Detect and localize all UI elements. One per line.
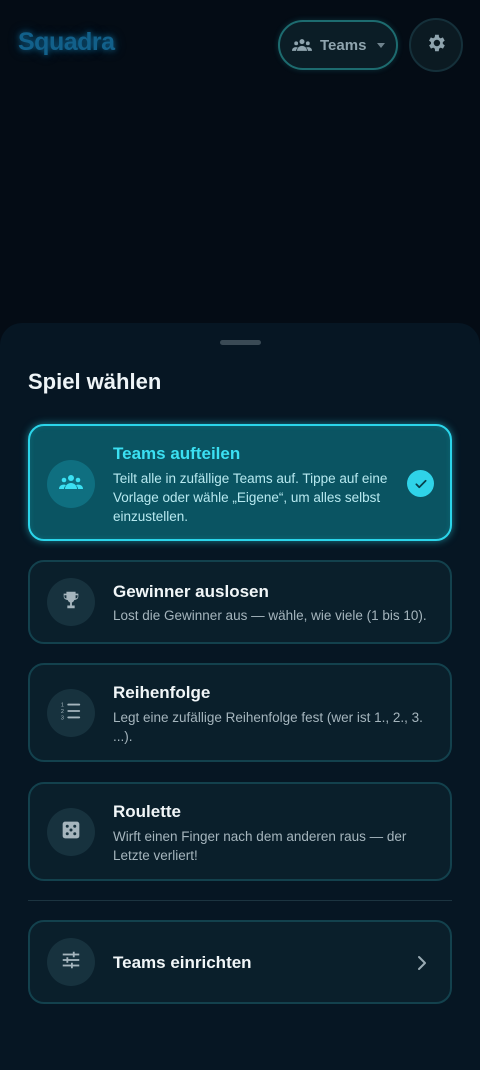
- app-screen: Squadra Teams Spiel wählen Teams aufteil…: [0, 0, 480, 1070]
- svg-text:2: 2: [61, 708, 64, 714]
- game-description: Legt eine zufällige Reihenfolge fest (we…: [113, 710, 423, 744]
- game-title: Reihenfolge: [113, 683, 211, 702]
- game-icon-circle: [47, 808, 95, 856]
- game-icon-circle: 1 2 3: [47, 689, 95, 737]
- group-icon: [59, 474, 83, 495]
- group-icon: [292, 35, 312, 55]
- app-logo: Squadra: [18, 28, 115, 56]
- setup-label: Teams einrichten: [113, 953, 252, 972]
- svg-text:1: 1: [61, 702, 64, 708]
- chevron-right-icon: [412, 953, 432, 973]
- trophy-icon: [60, 589, 82, 616]
- settings-button[interactable]: [409, 18, 463, 72]
- game-picker-sheet: Spiel wählen Teams aufteilen Teilt alle …: [0, 323, 480, 1070]
- game-title: Teams aufteilen: [113, 444, 241, 463]
- game-title: Gewinner auslosen: [113, 582, 269, 601]
- game-icon-circle: [47, 578, 95, 626]
- sheet-title: Spiel wählen: [28, 369, 162, 394]
- chevron-down-icon: [377, 42, 386, 48]
- mode-label: Teams: [320, 36, 367, 54]
- game-card-winner[interactable]: Gewinner auslosen Lost die Gewinner aus …: [28, 560, 452, 644]
- svg-text:3: 3: [61, 715, 64, 721]
- dice-icon: [61, 820, 81, 845]
- game-icon-circle: [47, 460, 95, 508]
- game-description: Teilt alle in zufällige Teams auf. Tippe…: [113, 471, 388, 524]
- mode-selector[interactable]: Teams: [278, 20, 398, 70]
- game-description: Lost die Gewinner aus — wähle, wie viele…: [113, 608, 427, 623]
- numbered-list-icon: 1 2 3: [60, 700, 82, 727]
- game-title: Roulette: [113, 802, 181, 821]
- sheet-drag-handle[interactable]: [220, 340, 261, 345]
- gear-icon: [425, 32, 447, 59]
- game-card-roulette[interactable]: Roulette Wirft einen Finger nach dem and…: [28, 782, 452, 881]
- game-description: Wirft einen Finger nach dem anderen raus…: [113, 829, 407, 863]
- game-card-order[interactable]: 1 2 3 Reihenfolge Legt eine zufällige Re…: [28, 663, 452, 762]
- check-icon: [407, 470, 434, 497]
- setup-teams-button[interactable]: Teams einrichten: [28, 920, 452, 1004]
- top-bar: Squadra Teams: [0, 0, 480, 90]
- game-card-teams[interactable]: Teams aufteilen Teilt alle in zufällige …: [28, 424, 452, 541]
- section-divider: [28, 900, 452, 901]
- sliders-icon: [60, 949, 82, 976]
- setup-icon-circle: [47, 938, 95, 986]
